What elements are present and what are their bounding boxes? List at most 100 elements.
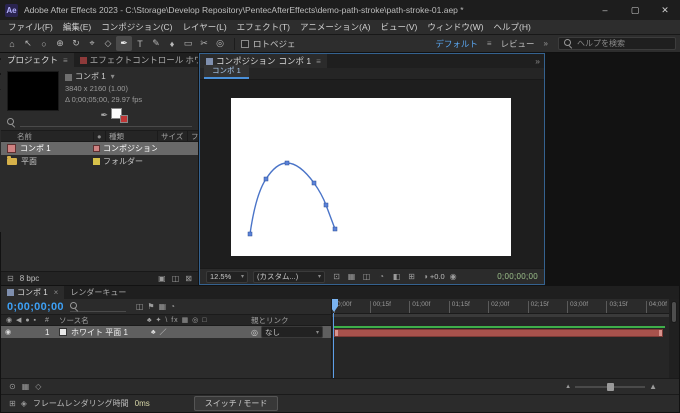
comp-flag-caret[interactable]: ▾ [111, 71, 115, 83]
close-button[interactable]: ✕ [650, 0, 680, 20]
resolution-dropdown[interactable]: (カスタム...) ▾ [253, 270, 325, 283]
composition-nav-tab[interactable]: コンポ 1 [204, 65, 249, 79]
tool-icon[interactable]: ⌖ [84, 36, 100, 51]
status-icon[interactable]: ⊞ [9, 399, 16, 408]
tool-icon[interactable]: ◇ [100, 36, 116, 51]
column-type[interactable]: 種類 [105, 130, 157, 142]
workspace-tab-default[interactable]: デフォルト [430, 38, 483, 50]
timeline-bottom-icon[interactable]: ▦ [22, 382, 30, 391]
scrollbar-thumb[interactable] [671, 301, 677, 323]
timeline-view-icon[interactable]: ◔ [170, 302, 175, 311]
zoom-dropdown[interactable]: 12.5% ▾ [206, 270, 248, 283]
path-vertex[interactable] [247, 231, 253, 237]
path-vertex[interactable] [332, 226, 338, 232]
menu-item[interactable]: コンポジション(C) [96, 21, 177, 33]
tool-icon[interactable]: ✂ [196, 36, 212, 51]
workspace-menu-icon[interactable]: ≡ [483, 39, 496, 48]
layer-color-chip[interactable] [59, 328, 67, 336]
timeline-vertical-scrollbar[interactable] [669, 299, 679, 378]
composition-canvas[interactable] [231, 98, 511, 256]
zoom-slider-knob[interactable] [607, 382, 615, 391]
tab-render-queue[interactable]: レンダーキュー [64, 286, 132, 299]
pickwhip-icon[interactable]: ◎ [251, 328, 258, 337]
workspace-tab-review[interactable]: レビュー [496, 38, 540, 50]
project-bit-depth[interactable]: 8 bpc [20, 274, 40, 283]
rotobezier-checkbox[interactable] [241, 39, 249, 48]
close-icon[interactable]: × [54, 288, 59, 297]
viewer-option-icon[interactable]: ▦ [345, 272, 358, 281]
exposure-control[interactable]: ◑ +0.0 [423, 272, 445, 281]
tool-icon[interactable]: ↖ [20, 36, 36, 51]
timeline-zoom-slider[interactable]: ▲ ▲ [565, 382, 657, 391]
current-time-display[interactable]: 0;00;00;00 [7, 301, 64, 313]
new-folder-icon[interactable]: ◫ [172, 274, 180, 283]
stroke-color-swatch[interactable] [120, 115, 128, 123]
column-size[interactable]: サイズ [157, 130, 187, 142]
time-ruler[interactable]: 0;00f 00;15f 01;00f 01;15f 02;00f 02;15f 03;00… [332, 299, 669, 314]
zoom-slider-track[interactable] [575, 382, 646, 391]
playhead-line[interactable] [333, 313, 334, 378]
tool-icon[interactable]: ○ [36, 36, 52, 51]
project-row-folder[interactable]: 平面 フォルダー [1, 155, 198, 168]
timeline-track-area[interactable]: 0;00f 00;15f 01;00f 01;15f 02;00f 02;15f 03;00… [331, 299, 669, 378]
status-icon[interactable]: ◈ [21, 399, 27, 408]
column-parent-link[interactable]: 親とリンク [251, 315, 331, 326]
path-vertex[interactable] [263, 176, 269, 182]
minimize-button[interactable]: – [590, 0, 620, 20]
menu-item[interactable]: ウィンドウ(W) [422, 21, 488, 33]
work-area-bar[interactable] [332, 314, 669, 317]
menu-item[interactable]: 編集(E) [58, 21, 96, 33]
path-vertex[interactable] [284, 160, 290, 166]
column-label[interactable]: ● [93, 131, 105, 141]
layer-name[interactable]: ホワイト 平面 1 [71, 327, 151, 338]
composition-viewer[interactable] [200, 80, 544, 268]
menu-item[interactable]: エフェクト(T) [232, 21, 295, 33]
zoom-in-icon[interactable]: ▲ [649, 382, 657, 391]
timeline-bottom-icon[interactable]: ◇ [35, 382, 41, 391]
menu-item[interactable]: ファイル(F) [3, 21, 58, 33]
workspace-overflow-icon[interactable]: » [540, 39, 552, 48]
tool-icon[interactable]: ♦ [164, 36, 180, 51]
timeline-bottom-icon[interactable]: ⊙ [9, 382, 16, 391]
column-source-name[interactable]: ソース名 [59, 315, 147, 326]
panel-menu-icon[interactable]: ≡ [316, 57, 321, 66]
tab-project[interactable]: プロジェクト ≡ [1, 53, 74, 67]
menu-item[interactable]: レイヤー(L) [178, 21, 232, 33]
viewer-option-icon[interactable]: ◫ [360, 272, 373, 281]
column-file[interactable]: フ [187, 130, 198, 142]
tool-icon[interactable]: T [132, 36, 148, 51]
tool-icon[interactable]: ▭ [180, 36, 196, 51]
new-composition-icon[interactable]: ▣ [158, 274, 166, 283]
tool-icon[interactable]: ✒ [116, 36, 132, 51]
eye-icon[interactable]: ◉ [1, 328, 15, 336]
composition-overflow-icon[interactable]: » [531, 54, 544, 68]
menu-item[interactable]: アニメーション(A) [295, 21, 376, 33]
zoom-out-icon[interactable]: ▲ [565, 384, 571, 390]
timeline-view-icon[interactable]: ⚑ [147, 302, 154, 311]
eyedropper-icon[interactable]: ✒ [100, 110, 108, 121]
bezier-path[interactable] [249, 162, 336, 235]
column-switches-icons[interactable]: ♣ ✦ \ fx ▦ ◎ □ [147, 316, 251, 324]
path-vertex[interactable] [311, 180, 317, 186]
delete-icon[interactable]: ⊠ [185, 274, 192, 283]
snapshot-camera-icon[interactable]: ◉ [450, 272, 457, 281]
help-search-input[interactable]: ヘルプを検索 [558, 37, 676, 50]
viewer-option-icon[interactable]: ◔ [375, 272, 388, 281]
menu-item[interactable]: ヘルプ(H) [489, 21, 536, 33]
layer-row[interactable]: ◉ 1 ホワイト 平面 1 ♣ ／ ◎ なし ▾ [1, 326, 331, 338]
viewer-option-icon[interactable]: ⊡ [330, 272, 343, 281]
menu-item[interactable]: ビュー(V) [376, 21, 423, 33]
tab-effect-controls[interactable]: エフェクトコントロール ホワイト [74, 53, 198, 67]
interpret-footage-icon[interactable]: ⊟ [7, 274, 14, 283]
tool-icon[interactable]: ⌂ [4, 36, 20, 51]
timeline-search-input[interactable] [69, 301, 126, 312]
tool-icon[interactable]: ⊕ [52, 36, 68, 51]
viewer-option-icon[interactable]: ⊞ [405, 272, 418, 281]
preview-time[interactable]: 0;00;00;00 [497, 272, 538, 281]
viewer-option-icon[interactable]: ◧ [390, 272, 403, 281]
timeline-view-icon[interactable]: ◫ [136, 302, 144, 311]
tool-icon[interactable]: ✎ [148, 36, 164, 51]
panel-menu-icon[interactable]: ≡ [63, 56, 68, 65]
path-vertex[interactable] [323, 202, 329, 208]
maximize-button[interactable]: ▢ [620, 0, 650, 20]
